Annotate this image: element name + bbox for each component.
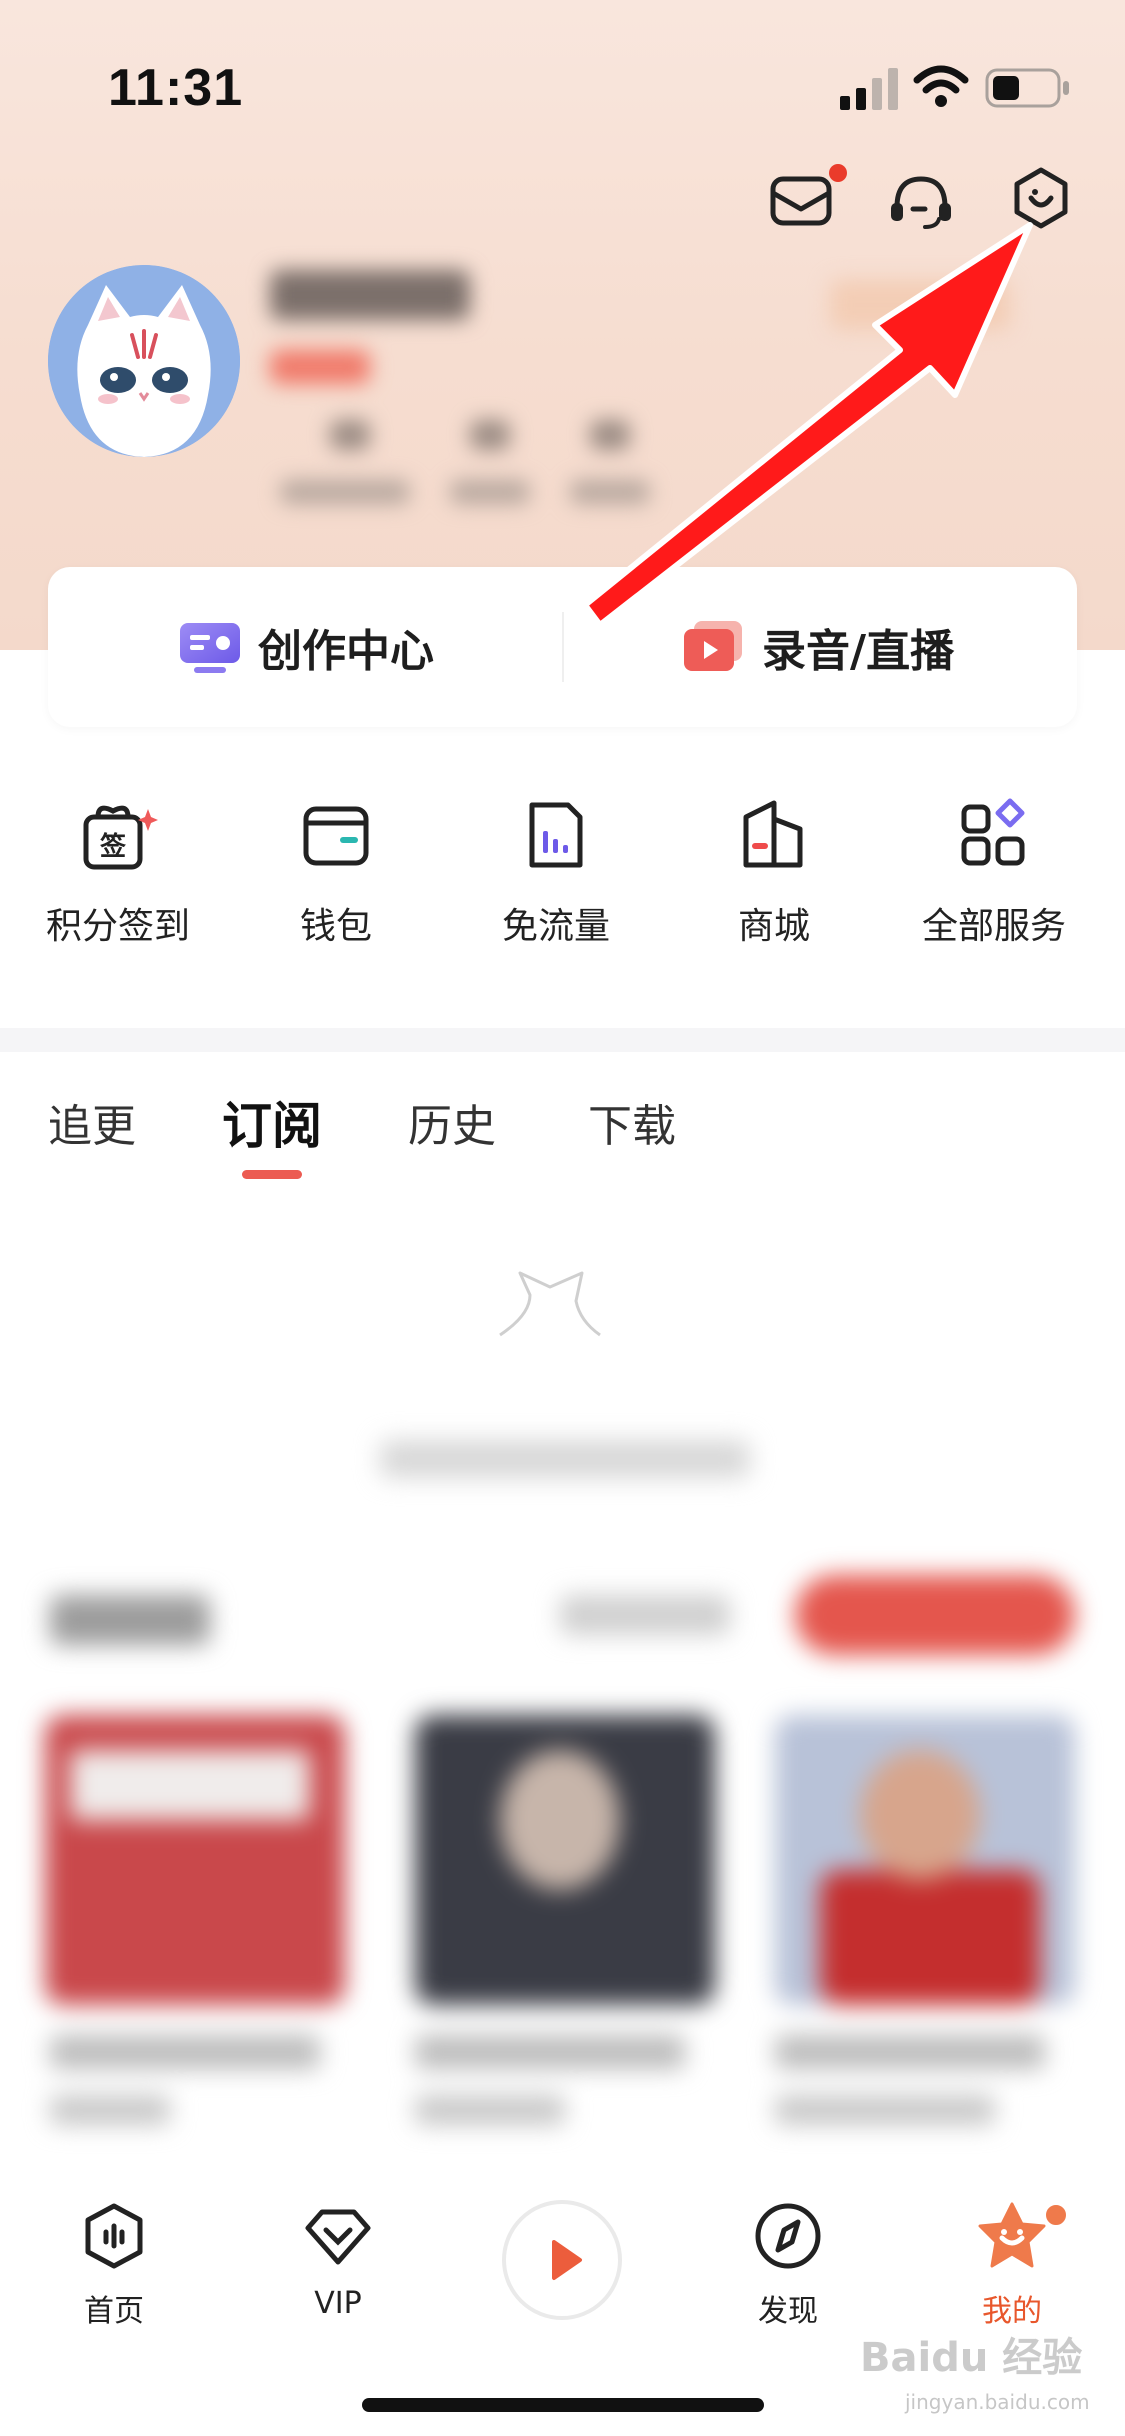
nav-discover[interactable]: 发现 <box>708 2200 868 2330</box>
home-icon <box>85 2203 143 2269</box>
mall-icon <box>743 800 803 868</box>
create-center-label: 创作中心 <box>258 626 434 677</box>
quick-label: 免流量 <box>501 906 610 947</box>
all-services-icon <box>961 798 1025 866</box>
quick-services: 签 积分签到 钱包 免流量 商城 全部服务 <box>0 795 1125 955</box>
cellular-signal-icon <box>840 68 898 110</box>
section-separator <box>0 1028 1125 1052</box>
quick-label: 全部服务 <box>921 906 1066 947</box>
sign-in-char: 签 <box>100 831 127 862</box>
mail-notification-badge <box>829 164 847 182</box>
tab-follow-updates[interactable]: 追更 <box>48 1090 136 1154</box>
nav-label: 首页 <box>84 2294 144 2329</box>
quick-label: 钱包 <box>299 906 372 947</box>
nav-label: 发现 <box>758 2294 818 2329</box>
status-bar: 11:31 <box>0 0 1125 140</box>
creator-card: 创作中心 录音/直播 <box>48 567 1077 727</box>
recommendation-blurred <box>0 1250 1125 2150</box>
create-center-button[interactable]: 创作中心 <box>178 567 434 727</box>
wifi-icon <box>913 65 969 107</box>
tab-history[interactable]: 历史 <box>408 1090 496 1154</box>
tab-subscriptions[interactable]: 订阅 <box>222 1086 322 1158</box>
creator-center-icon <box>180 623 240 673</box>
quick-label: 商城 <box>737 906 810 947</box>
me-notification-badge <box>1043 2202 1069 2228</box>
tab-active-indicator <box>242 1170 302 1179</box>
watermark-text: Baidu 经验 <box>860 2335 1083 2381</box>
quick-item-sign-in[interactable]: 签 积分签到 <box>8 795 228 949</box>
headset-icon[interactable] <box>885 165 957 237</box>
library-tabs: 追更 订阅 历史 下载 <box>0 1090 1125 1200</box>
nav-home[interactable]: 首页 <box>34 2200 194 2330</box>
play-icon <box>552 2240 582 2280</box>
home-indicator[interactable] <box>362 2398 764 2412</box>
record-live-label: 录音/直播 <box>762 626 955 677</box>
nav-label: VIP <box>314 2286 362 2321</box>
quick-item-data-free[interactable]: 免流量 <box>446 795 666 949</box>
avatar[interactable] <box>48 265 240 457</box>
record-live-button[interactable]: 录音/直播 <box>680 567 954 727</box>
vip-icon <box>305 2209 371 2265</box>
quick-label: 积分签到 <box>45 906 190 947</box>
creator-divider <box>562 612 564 682</box>
nav-label: 我的 <box>982 2294 1042 2329</box>
quick-item-mall[interactable]: 商城 <box>664 795 884 949</box>
player-play-button[interactable] <box>502 2200 622 2320</box>
discover-icon <box>755 2203 821 2269</box>
mail-icon[interactable] <box>765 165 837 237</box>
tab-downloads[interactable]: 下载 <box>588 1090 676 1154</box>
watermark-url: jingyan.baidu.com <box>905 2390 1090 2414</box>
quick-item-wallet[interactable]: 钱包 <box>226 795 446 949</box>
sign-in-gift-icon: 签 <box>83 805 158 870</box>
nav-vip[interactable]: VIP <box>258 2200 418 2321</box>
profile-info-blurred <box>270 270 1030 530</box>
battery-icon <box>985 68 1069 108</box>
status-time: 11:31 <box>108 59 244 117</box>
cat-avatar-illustration <box>48 265 240 457</box>
quick-item-all-services[interactable]: 全部服务 <box>884 795 1104 949</box>
settings-icon[interactable] <box>1005 162 1077 234</box>
me-icon <box>978 2202 1046 2268</box>
record-live-icon <box>684 621 742 671</box>
data-free-icon <box>529 802 583 868</box>
wallet-icon <box>303 806 369 866</box>
